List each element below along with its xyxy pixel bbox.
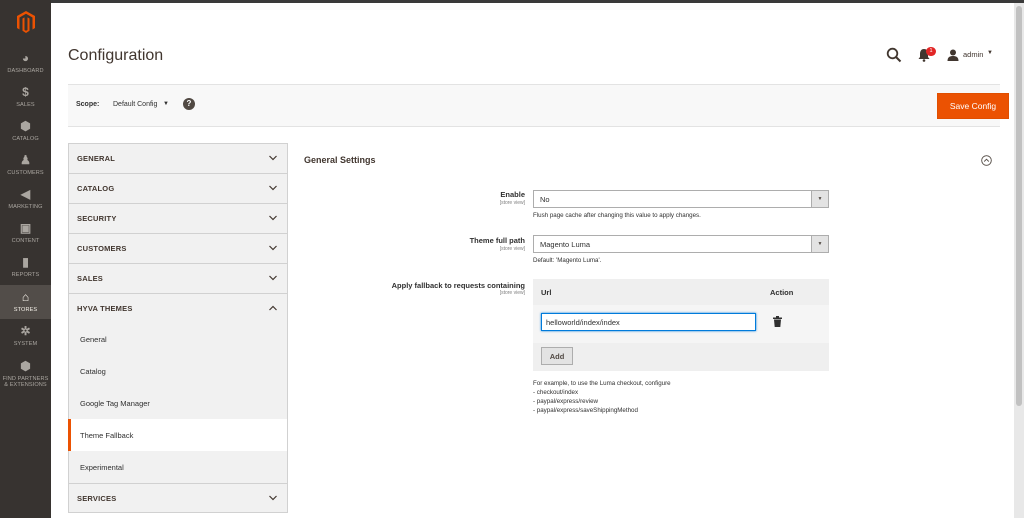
save-config-button[interactable]: Save Config xyxy=(937,93,1009,119)
subtab-google-tag-manager[interactable]: Google Tag Manager xyxy=(68,387,288,419)
chevron-down-icon xyxy=(269,185,277,191)
sidebar-item-label: REPORTS xyxy=(11,271,40,278)
gear-icon: ✲ xyxy=(20,324,31,339)
sidebar-item-catalog[interactable]: ⬢ CATALOG xyxy=(0,114,51,148)
notification-count-badge: 1 xyxy=(926,47,936,56)
tab-label: GENERAL xyxy=(77,154,116,163)
select-arrow-icon: ▼ xyxy=(811,191,828,207)
sidebar-item-label: SYSTEM xyxy=(13,340,38,347)
page-title: Configuration xyxy=(68,47,164,64)
catalog-box-icon: ⬢ xyxy=(20,119,31,134)
sidebar-item-sales[interactable]: $ SALES xyxy=(0,80,51,114)
theme-path-scope: [store view] xyxy=(499,246,525,252)
add-row-button[interactable]: Add xyxy=(541,347,573,365)
enable-select-value: No xyxy=(540,194,550,204)
sidebar-item-system[interactable]: ✲ SYSTEM xyxy=(0,319,51,353)
chevron-down-icon xyxy=(269,275,277,281)
scope-label: Scope: xyxy=(76,101,100,108)
megaphone-icon: ◀ xyxy=(20,187,31,202)
magento-logo-icon[interactable] xyxy=(0,0,51,44)
example-line: For example, to use the Luma checkout, c… xyxy=(533,380,671,387)
user-name[interactable]: admin xyxy=(963,50,983,59)
search-icon[interactable] xyxy=(886,47,902,63)
column-header-action: Action xyxy=(770,288,794,297)
config-tabs: GENERAL CATALOG SECURITY CUSTOMERS SALES… xyxy=(68,143,288,513)
help-question-icon[interactable]: ? xyxy=(183,98,195,110)
fallback-table: Url Action Add xyxy=(533,279,829,371)
user-menu-caret-icon[interactable]: ▼ xyxy=(987,50,993,56)
example-line: - paypal/express/saveShippingMethod xyxy=(533,407,638,414)
enable-note: Flush page cache after changing this val… xyxy=(533,212,701,219)
sidebar-item-label: CONTENT xyxy=(11,237,40,244)
enable-label: Enable xyxy=(500,190,525,199)
trash-icon[interactable] xyxy=(773,316,782,327)
column-header-url: Url xyxy=(541,288,552,297)
subtab-general[interactable]: General xyxy=(68,323,288,355)
chevron-down-icon xyxy=(269,245,277,251)
tab-label: CATALOG xyxy=(77,184,115,193)
example-line: - paypal/express/review xyxy=(533,398,598,405)
sidebar-item-label: MARKETING xyxy=(8,203,43,210)
theme-path-label: Theme full path xyxy=(469,236,525,245)
tab-label: HYVA THEMES xyxy=(77,304,133,313)
theme-path-select-value: Magento Luma xyxy=(540,239,591,249)
scope-switcher[interactable]: Default Config xyxy=(113,101,157,108)
sidebar-item-content[interactable]: ▣ CONTENT xyxy=(0,216,51,250)
tab-label: SECURITY xyxy=(77,214,117,223)
tab-security[interactable]: SECURITY xyxy=(68,203,288,233)
store-icon: ⌂ xyxy=(21,290,30,305)
tab-hyva-themes[interactable]: HYVA THEMES xyxy=(68,293,288,323)
sidebar-item-label: SALES xyxy=(16,101,35,108)
fallback-url-input[interactable] xyxy=(541,313,756,331)
bar-chart-icon: ▮ xyxy=(22,255,29,270)
sidebar-item-find-partners-extensions[interactable]: ⬢ FIND PARTNERS & EXTENSIONS xyxy=(0,354,51,394)
sidebar-item-label: STORES xyxy=(13,306,38,313)
customer-person-icon: ♟ xyxy=(20,153,31,168)
enable-scope: [store view] xyxy=(499,200,525,206)
sidebar-item-dashboard[interactable]: ◕ DASHBOARD xyxy=(0,46,51,80)
sidebar-item-label: DASHBOARD xyxy=(7,67,44,74)
theme-path-note: Default: 'Magento Luma'. xyxy=(533,257,602,264)
sidebar-item-customers[interactable]: ♟ CUSTOMERS xyxy=(0,148,51,182)
tab-general[interactable]: GENERAL xyxy=(68,143,288,173)
sidebar-item-marketing[interactable]: ◀ MARKETING xyxy=(0,182,51,216)
sidebar-item-reports[interactable]: ▮ REPORTS xyxy=(0,250,51,284)
tab-catalog[interactable]: CATALOG xyxy=(68,173,288,203)
tab-customers[interactable]: CUSTOMERS xyxy=(68,233,288,263)
subtab-catalog[interactable]: Catalog xyxy=(68,355,288,387)
tab-label: CUSTOMERS xyxy=(77,244,127,253)
sidebar-item-label: FIND PARTNERS & EXTENSIONS xyxy=(2,375,49,389)
scope-bar: Scope: Default Config ▼ ? Save Config xyxy=(68,84,1009,127)
content-layout-icon: ▣ xyxy=(19,221,32,236)
user-avatar-icon[interactable] xyxy=(947,49,959,61)
sidebar-item-stores[interactable]: ⌂ STORES xyxy=(0,285,51,319)
fallback-example-note: For example, to use the Luma checkout, c… xyxy=(533,379,671,415)
chevron-up-icon xyxy=(269,305,277,311)
sidebar-item-label: CUSTOMERS xyxy=(7,169,44,176)
tab-services[interactable]: SERVICES xyxy=(68,483,288,513)
fallback-scope: [store view] xyxy=(499,290,525,296)
theme-path-select[interactable]: Magento Luma ▼ xyxy=(533,235,829,253)
enable-select[interactable]: No ▼ xyxy=(533,190,829,208)
fallback-label: Apply fallback to requests containing xyxy=(391,281,525,290)
sidebar-item-label: CATALOG xyxy=(12,135,39,142)
collapse-section-icon[interactable] xyxy=(981,155,992,166)
chevron-down-icon xyxy=(269,155,277,161)
section-title[interactable]: General Settings xyxy=(304,155,376,165)
dashboard-icon: ◕ xyxy=(21,51,30,66)
extensions-box-icon: ⬢ xyxy=(20,359,31,373)
dollar-icon: $ xyxy=(22,85,29,100)
subtab-experimental[interactable]: Experimental xyxy=(68,451,288,483)
tab-sales[interactable]: SALES xyxy=(68,263,288,293)
example-line: - checkout/index xyxy=(533,389,579,396)
tab-label: SERVICES xyxy=(77,493,117,503)
subtab-theme-fallback[interactable]: Theme Fallback xyxy=(68,419,288,451)
scope-caret-icon[interactable]: ▼ xyxy=(163,101,169,107)
main-content: Configuration 1 admin ▼ Scope: Default C… xyxy=(51,3,1014,518)
tab-label: SALES xyxy=(77,274,104,283)
chevron-down-icon xyxy=(269,495,277,501)
scrollbar-thumb[interactable] xyxy=(1016,6,1022,406)
chevron-down-icon xyxy=(269,215,277,221)
select-arrow-icon: ▼ xyxy=(811,236,828,252)
